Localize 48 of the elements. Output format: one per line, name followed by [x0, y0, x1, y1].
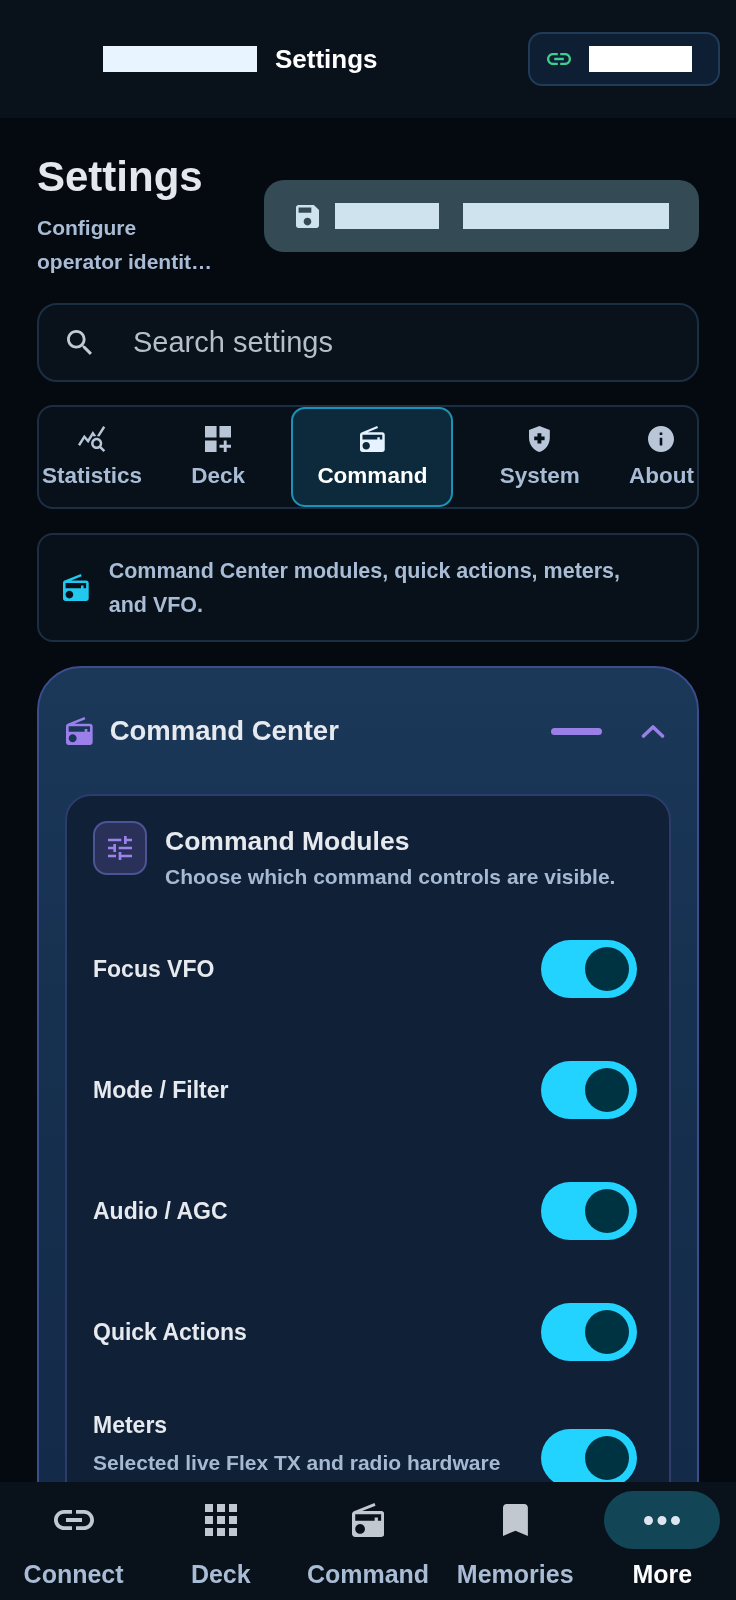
grid-icon — [204, 1504, 237, 1536]
nav-item[interactable]: Command — [294, 1482, 442, 1600]
section-title: Command Center — [109, 715, 339, 747]
radio-icon — [360, 425, 385, 452]
nav-item[interactable]: Connect — [0, 1482, 148, 1600]
page-title: Settings — [37, 153, 204, 201]
group-title: Command Modules — [165, 826, 411, 856]
nav-item[interactable]: More — [588, 1482, 736, 1600]
page-subtitle: Configure operator identit… — [37, 215, 213, 275]
toggle-description: Selected live Flex TX and radio hardware — [93, 1450, 501, 1476]
search-field[interactable]: Search settings — [37, 303, 699, 382]
settings-tab[interactable]: Statistics — [39, 407, 146, 507]
toggle-switch[interactable] — [541, 1060, 637, 1119]
settings-tab[interactable]: Command — [291, 407, 454, 507]
info-icon — [648, 425, 675, 452]
toggle-label: Mode / Filter — [93, 1076, 229, 1103]
toggle-switch[interactable] — [541, 1302, 637, 1361]
settings-tab[interactable]: About — [625, 407, 697, 507]
settings-tab[interactable]: System — [496, 407, 583, 507]
save-button[interactable] — [264, 180, 699, 252]
radio-icon — [63, 574, 89, 601]
app-bar-title: Settings — [275, 43, 378, 75]
settings-tab[interactable]: Deck — [188, 407, 249, 507]
save-icon — [296, 204, 319, 228]
shield-plus-icon — [529, 425, 551, 452]
nav-item[interactable]: Deck — [147, 1482, 295, 1600]
sliders-icon — [93, 821, 147, 875]
chart-magnifier-icon — [78, 425, 106, 452]
dash-icon — [551, 727, 602, 735]
toggle-switch[interactable] — [541, 939, 637, 998]
link-icon — [53, 1510, 94, 1530]
search-icon — [67, 330, 92, 355]
toggle-label: Focus VFO — [93, 955, 215, 982]
radio-icon — [66, 717, 93, 745]
link-icon — [547, 53, 571, 65]
chevron-up-icon[interactable] — [641, 724, 665, 738]
bookmark-icon — [502, 1504, 528, 1536]
toggle-switch[interactable] — [541, 1429, 637, 1482]
toggle-label: Audio / AGC — [93, 1197, 228, 1224]
connection-button[interactable] — [528, 32, 720, 86]
toggle-label: Quick Actions — [93, 1318, 247, 1345]
toggle-label: Meters — [93, 1412, 169, 1438]
group-description: Choose which command controls are visible. — [165, 864, 616, 890]
toggle-switch[interactable] — [541, 1181, 637, 1240]
grid-plus-icon — [205, 425, 232, 452]
info-text: Command Center modules, quick actions, meters, and VFO. — [108, 557, 622, 619]
radio-icon — [351, 1503, 385, 1537]
nav-item[interactable]: Memories — [441, 1482, 589, 1600]
